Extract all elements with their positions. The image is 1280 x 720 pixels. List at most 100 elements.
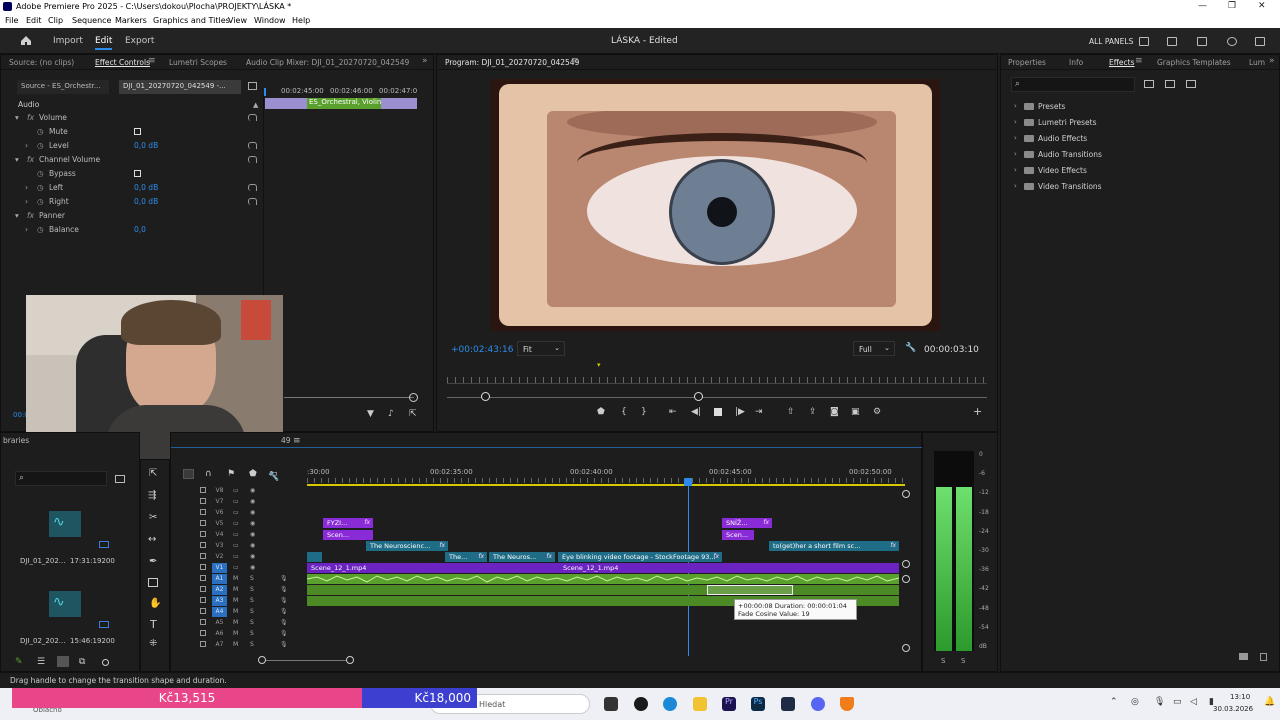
export-icon[interactable]: ⇱ <box>409 409 417 419</box>
mute-icon[interactable]: M <box>233 630 238 637</box>
voiceover-mic-icon[interactable]: 🎙 <box>280 575 288 582</box>
mark-in-icon[interactable]: { <box>621 407 627 417</box>
clock-date[interactable]: 30.03.2026 <box>1213 705 1253 713</box>
project-item-name[interactable]: DJI_01_202... <box>20 557 65 565</box>
yuv-effects-icon[interactable] <box>1186 80 1196 88</box>
sync-lock-icon[interactable]: ▭ <box>233 553 239 560</box>
maximize-icon[interactable]: ❐ <box>1228 1 1236 11</box>
add-marker-icon[interactable]: ⚑ <box>227 469 235 479</box>
lock-icon[interactable] <box>200 586 206 592</box>
expand-volume-icon[interactable]: ▾ <box>15 113 19 122</box>
audio-track-header[interactable]: A3 M S 🎙 <box>176 596 306 607</box>
tab-properties[interactable]: Properties <box>1008 58 1046 67</box>
timeline-zoom-right-handle[interactable] <box>346 656 354 664</box>
solo-icon[interactable]: S <box>250 608 254 615</box>
clip-a1-audio[interactable] <box>307 574 899 584</box>
mini-clip-right[interactable] <box>381 98 417 109</box>
sync-lock-icon[interactable]: ▭ <box>233 509 239 516</box>
audio-track-header[interactable]: A5 M S 🎙 <box>176 618 306 629</box>
pen-tool-icon[interactable]: ✒ <box>149 556 157 567</box>
davinci-icon[interactable] <box>781 697 795 711</box>
add-marker-icon[interactable]: ⬟ <box>597 407 605 417</box>
tab-lumetri[interactable]: Lum <box>1249 58 1265 67</box>
nav-import[interactable]: Import <box>53 36 83 46</box>
github-icon[interactable] <box>634 697 648 711</box>
track-name[interactable]: V7 <box>212 497 227 507</box>
track-name[interactable]: V2 <box>212 552 227 562</box>
playhead-handle[interactable] <box>684 478 692 486</box>
more-panels-icon[interactable]: » <box>422 56 428 66</box>
reset-icon[interactable] <box>248 114 257 121</box>
voiceover-mic-icon[interactable]: 🎙 <box>280 619 288 626</box>
expand-left-icon[interactable]: › <box>25 183 28 192</box>
camera-icon[interactable]: ◙ <box>830 407 839 417</box>
effects-item-audio-effects[interactable]: › Audio Effects <box>1010 132 1170 146</box>
stopwatch-icon[interactable]: ◷ <box>37 141 44 150</box>
vlc-icon[interactable] <box>840 697 854 711</box>
zoom-slider-handle[interactable] <box>102 659 109 666</box>
share-icon[interactable] <box>1167 37 1177 46</box>
solo-icon[interactable]: S <box>250 586 254 593</box>
video-track-header[interactable]: V3 ▭ ◉ <box>176 541 306 552</box>
mute-icon[interactable]: M <box>233 597 238 604</box>
video-track-header[interactable]: V1 ▭ ◉ <box>176 563 306 574</box>
fx-badge-icon[interactable]: fx <box>27 155 34 164</box>
lock-icon[interactable] <box>200 641 206 647</box>
audio-scroll-bottom-handle[interactable] <box>902 644 910 652</box>
more-panels-icon[interactable]: » <box>1269 56 1275 66</box>
close-icon[interactable]: ✕ <box>1258 1 1266 11</box>
video-track-header[interactable]: V7 ▭ ◉ <box>176 497 306 508</box>
expand-channel-volume-icon[interactable]: ▾ <box>15 155 19 164</box>
lock-icon[interactable] <box>200 608 206 614</box>
transcript-tool-icon[interactable]: ⁜ <box>149 638 157 649</box>
slip-tool-icon[interactable]: ↔ <box>148 534 156 545</box>
new-bin-icon[interactable] <box>115 475 125 483</box>
freeform-view-icon[interactable]: ⧉ <box>79 657 85 667</box>
ad-banner-right[interactable]: Kč18,000 <box>362 688 477 708</box>
clip-v3-neuroscience[interactable]: The Neuroscienc... fx <box>366 541 448 551</box>
show-hidden-icons-icon[interactable]: ⌃ <box>1110 697 1118 707</box>
lock-icon[interactable] <box>200 575 206 581</box>
video-track-header[interactable]: V5 ▭ ◉ <box>176 519 306 530</box>
video-track-header[interactable]: V6 ▭ ◉ <box>176 508 306 519</box>
mute-icon[interactable]: M <box>233 641 238 648</box>
panel-layout-icon[interactable] <box>1139 37 1149 46</box>
clip-v2-the[interactable]: The... fx <box>445 552 487 562</box>
mute-icon[interactable]: M <box>233 608 238 615</box>
filter-icon[interactable]: ▼ <box>367 409 374 419</box>
source-clip-tab[interactable]: Source - ES_Orchestr... <box>17 80 109 94</box>
mute-checkbox[interactable] <box>134 128 141 135</box>
nav-edit[interactable]: Edit <box>95 36 113 50</box>
program-playhead-timecode[interactable]: +00:02:43:16 <box>451 345 513 355</box>
sync-lock-icon[interactable]: ▭ <box>233 542 239 549</box>
track-name[interactable]: V6 <box>212 508 227 518</box>
tab-graphics-templates[interactable]: Graphics Templates <box>1157 58 1231 67</box>
menu-edit[interactable]: Edit <box>26 16 42 25</box>
notifications-icon[interactable]: 🔔 <box>1264 697 1275 707</box>
video-track-header[interactable]: V2 ▭ ◉ <box>176 552 306 563</box>
solo-icon[interactable]: S <box>250 619 254 626</box>
clip-v1-scene[interactable]: Scene_12_1.mp4 Scene_12_1.mp4 <box>307 563 899 573</box>
stopwatch-icon[interactable]: ◷ <box>37 127 44 136</box>
track-name[interactable]: A5 <box>212 618 227 628</box>
resolution-dropdown[interactable]: Full ⌄ <box>853 341 895 356</box>
workspaces-icon[interactable] <box>1197 37 1207 46</box>
wifi-icon[interactable]: ▭ <box>1173 697 1182 707</box>
clip-v2-left[interactable] <box>307 552 322 562</box>
audio-track-header[interactable]: A4 M S 🎙 <box>176 607 306 618</box>
timeline-menu-icon[interactable]: ≡ <box>293 436 301 446</box>
track-name[interactable]: A7 <box>212 640 227 650</box>
delete-icon[interactable] <box>1260 653 1267 661</box>
effects-item-presets[interactable]: › Presets <box>1010 100 1170 114</box>
marker-icon[interactable]: ⬟ <box>249 469 257 479</box>
stopwatch-icon[interactable]: ◷ <box>37 225 44 234</box>
reset-icon[interactable] <box>248 156 257 163</box>
track-name[interactable]: V5 <box>212 519 227 529</box>
voiceover-mic-icon[interactable]: 🎙 <box>280 597 288 604</box>
32bit-effects-icon[interactable] <box>1165 80 1175 88</box>
menu-clip[interactable]: Clip <box>48 16 63 25</box>
audio-transition-selected[interactable] <box>707 585 793 595</box>
step-back-icon[interactable]: ◀| <box>691 407 701 417</box>
selection-tool-icon[interactable]: ⇱ <box>149 468 157 479</box>
sync-lock-icon[interactable]: ▭ <box>233 531 239 538</box>
